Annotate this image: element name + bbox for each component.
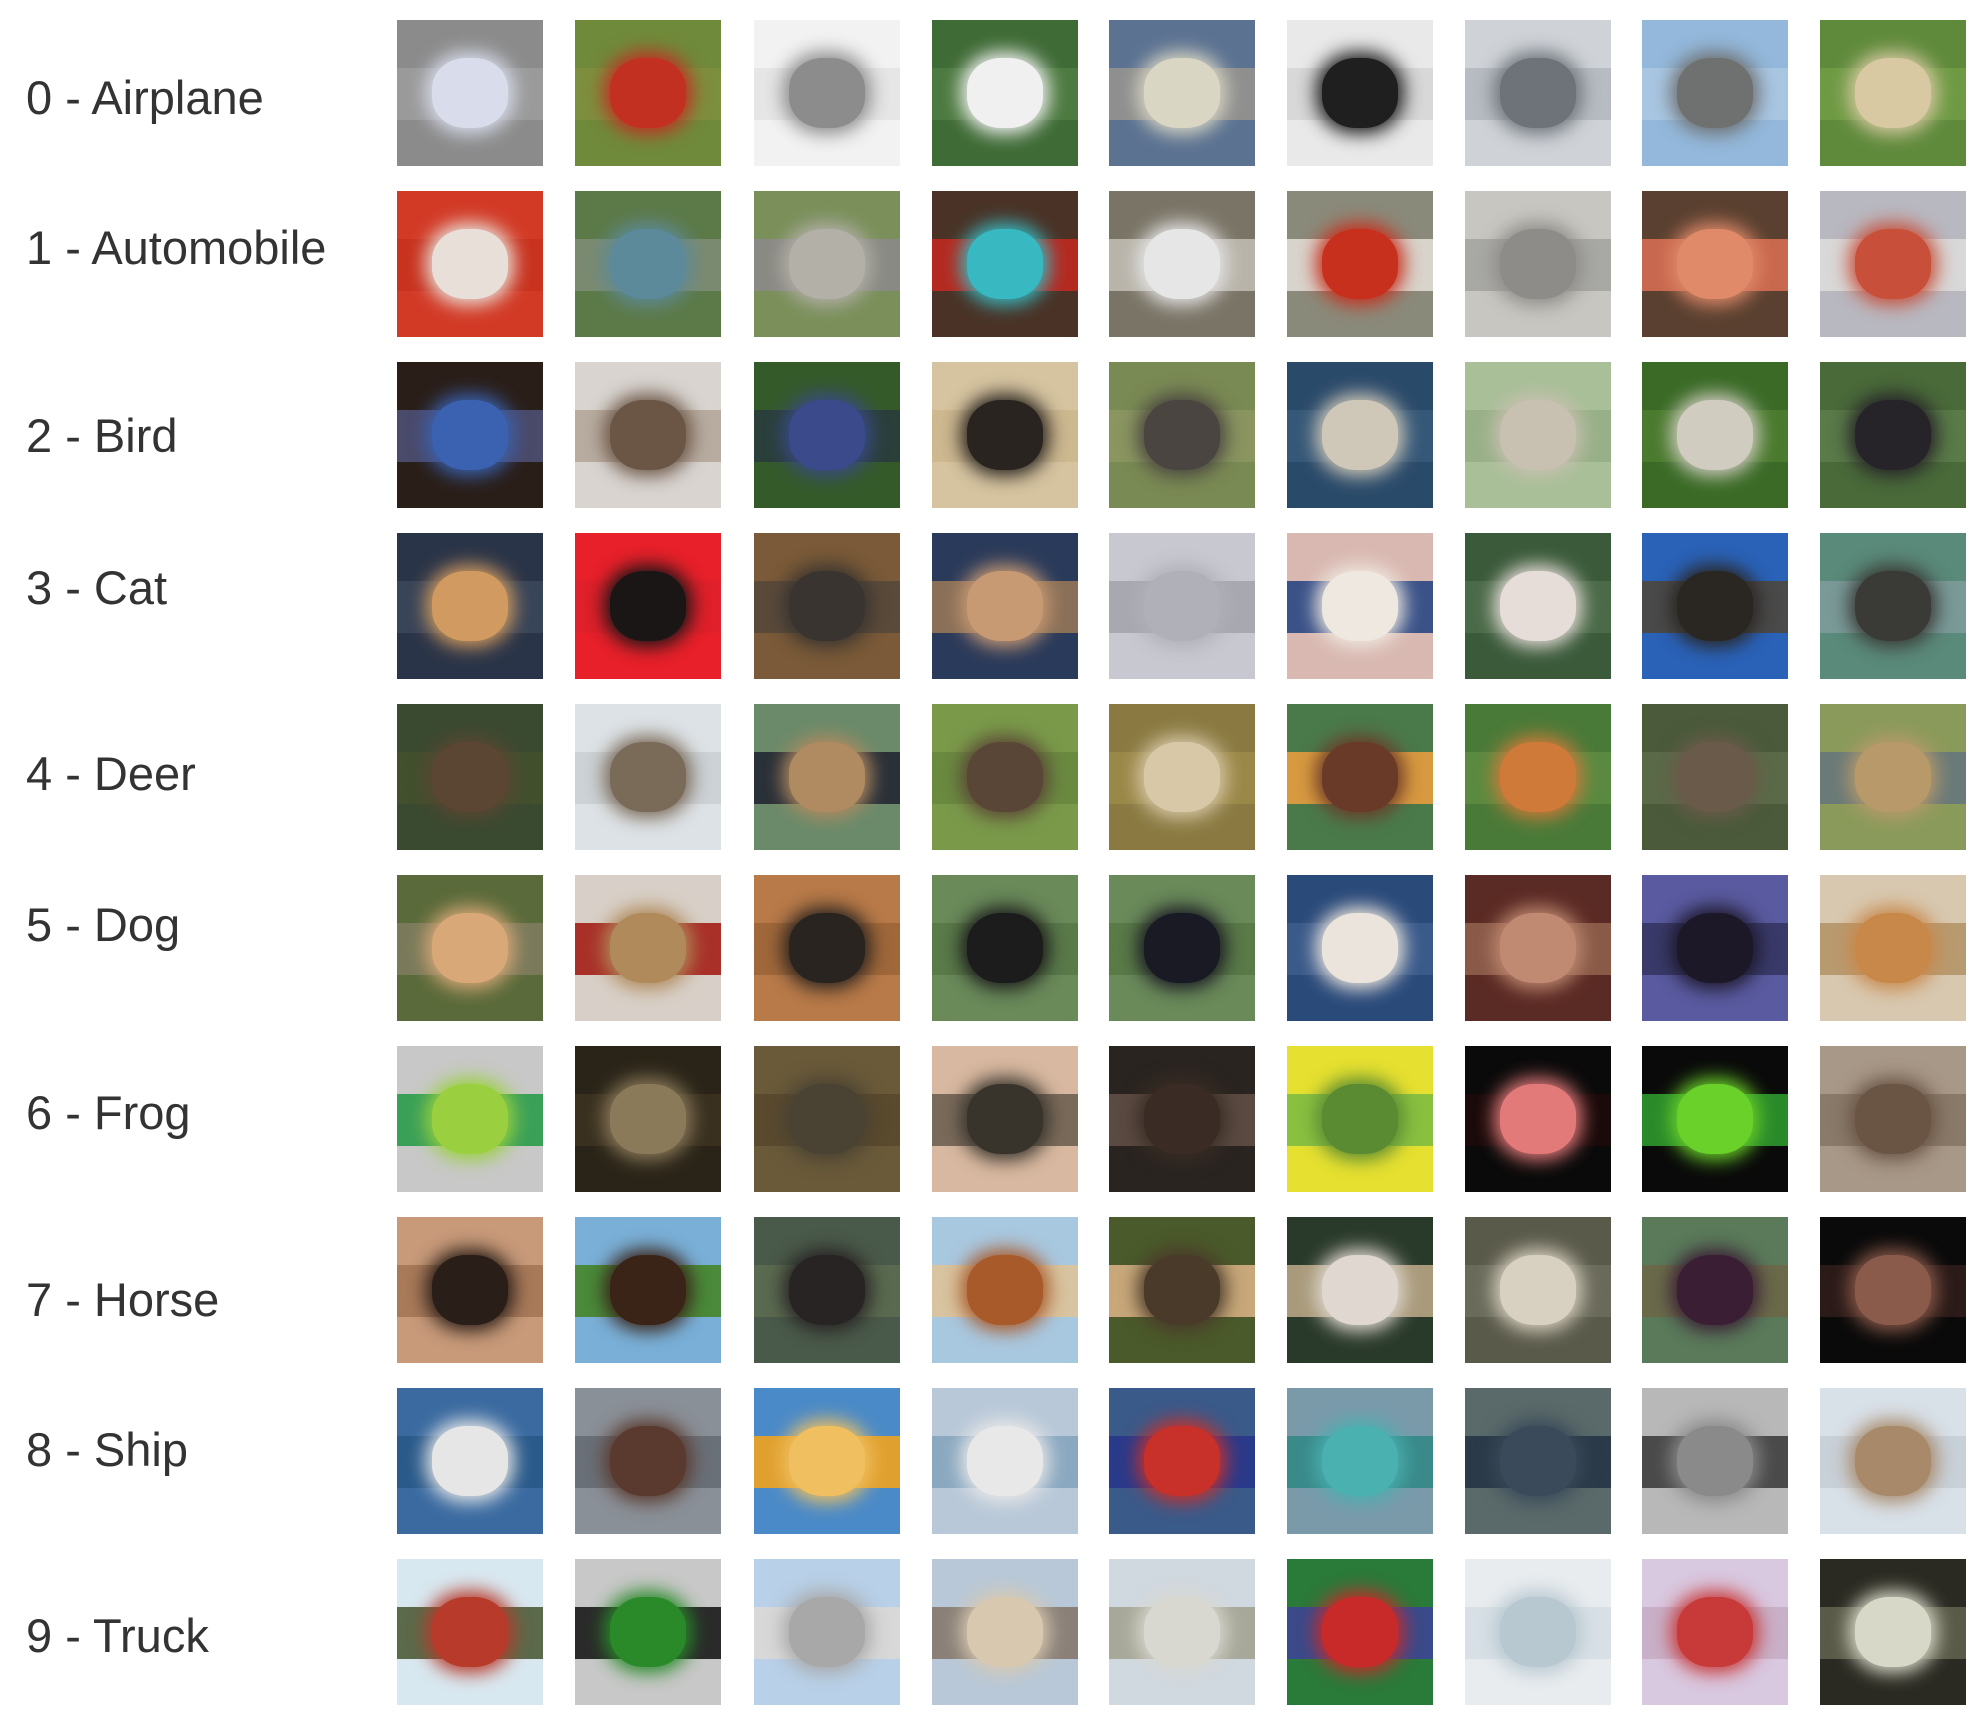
class-row: 9 - Truck	[0, 0, 1983, 1722]
sample-image	[1465, 1559, 1611, 1705]
sample-image	[1642, 1559, 1788, 1705]
class-image-grid: 0 - Airplane 1 - Automobile 2 - Bird 3 - Ca…	[0, 0, 1983, 1722]
image-subject-shape	[432, 1596, 508, 1668]
class-label: 9 - Truck	[26, 1609, 209, 1662]
sample-image	[754, 1559, 900, 1705]
sample-image	[397, 1559, 543, 1705]
image-subject-shape	[1500, 1596, 1576, 1668]
sample-image	[1820, 1559, 1966, 1705]
image-subject-shape	[1855, 1596, 1931, 1668]
image-subject-shape	[610, 1596, 686, 1668]
sample-image	[1109, 1559, 1255, 1705]
sample-image	[575, 1559, 721, 1705]
image-subject-shape	[789, 1596, 865, 1668]
image-subject-shape	[1677, 1596, 1753, 1668]
image-subject-shape	[1144, 1596, 1220, 1668]
image-subject-shape	[967, 1596, 1043, 1668]
sample-image	[932, 1559, 1078, 1705]
image-subject-shape	[1322, 1596, 1398, 1668]
sample-image	[1287, 1559, 1433, 1705]
